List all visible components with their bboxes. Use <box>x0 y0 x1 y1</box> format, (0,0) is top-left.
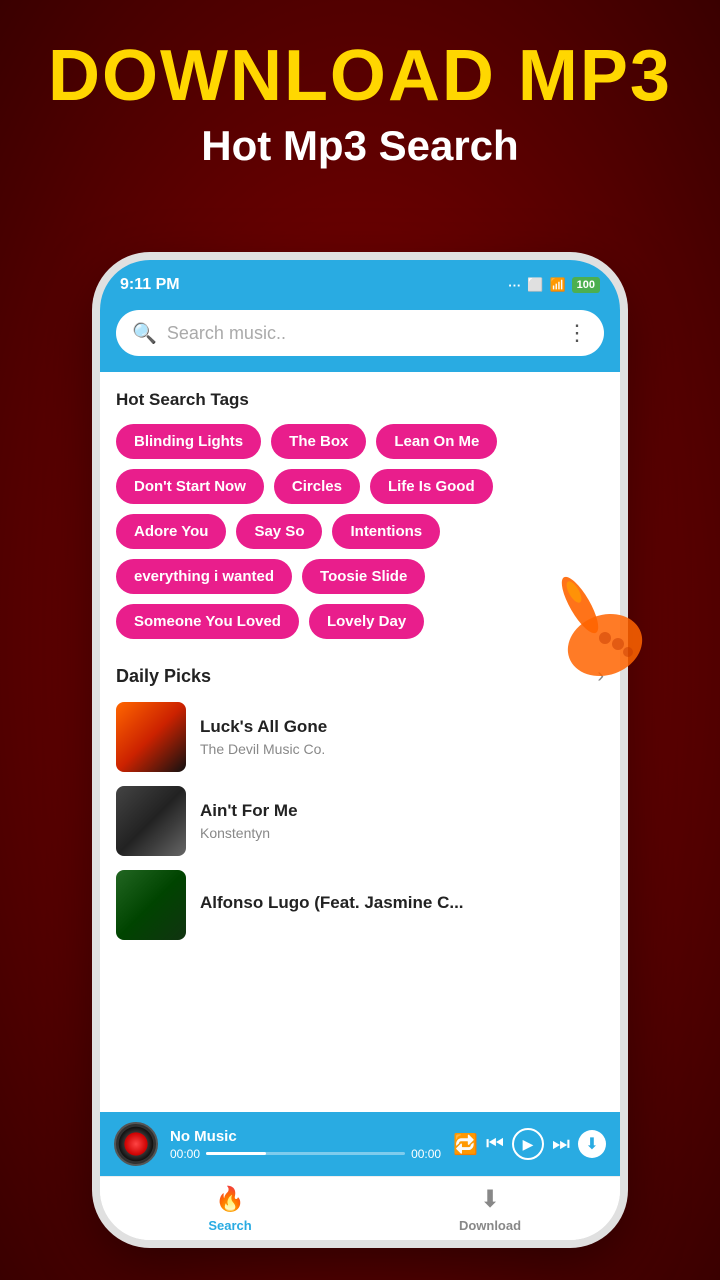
song-info-1: Luck's All Gone The Devil Music Co. <box>200 717 604 757</box>
tag-adore-you[interactable]: Adore You <box>116 514 226 549</box>
song-name-1: Luck's All Gone <box>200 717 604 737</box>
time-end: 00:00 <box>411 1147 441 1161</box>
next-icon[interactable]: ⏭ <box>552 1133 570 1156</box>
prev-icon[interactable]: ⏮ <box>486 1133 504 1156</box>
search-icon: 🔍 <box>132 321 157 346</box>
status-icons: ··· ⬜ 📶 100 <box>508 277 600 293</box>
nav-search[interactable]: 🔥 Search <box>100 1185 360 1233</box>
phone-body: Hot Search Tags Blinding Lights The Box … <box>100 372 620 1240</box>
search-input[interactable]: Search music.. <box>167 323 556 344</box>
song-name-2: Ain't For Me <box>200 801 604 821</box>
song-thumb-2 <box>116 786 186 856</box>
tags-wrapper: Blinding Lights The Box Lean On Me Don't… <box>116 424 604 639</box>
song-item-1[interactable]: Luck's All Gone The Devil Music Co. <box>116 702 604 772</box>
progress-fill <box>206 1152 266 1155</box>
tag-toosie-slide[interactable]: Toosie Slide <box>302 559 425 594</box>
play-button[interactable]: ▶ <box>512 1128 544 1160</box>
song-thumb-1 <box>116 702 186 772</box>
tag-dont-start-now[interactable]: Don't Start Now <box>116 469 264 504</box>
hot-tags-title: Hot Search Tags <box>116 390 604 410</box>
now-playing-title: No Music <box>170 1128 441 1145</box>
search-container: 🔍 Search music.. ⋮ <box>100 310 620 372</box>
song-thumb-3 <box>116 870 186 940</box>
status-bar: 9:11 PM ··· ⬜ 📶 100 <box>100 260 620 310</box>
hot-tags-section: Hot Search Tags Blinding Lights The Box … <box>100 372 620 647</box>
search-nav-icon: 🔥 <box>215 1185 245 1214</box>
search-bar[interactable]: 🔍 Search music.. ⋮ <box>116 310 604 356</box>
bottom-nav: 🔥 Search ⬇ Download <box>100 1176 620 1240</box>
tag-life-is-good[interactable]: Life Is Good <box>370 469 493 504</box>
tag-everything-i-wanted[interactable]: everything i wanted <box>116 559 292 594</box>
nav-download[interactable]: ⬇ Download <box>360 1185 620 1233</box>
screen-icon: ⬜ <box>527 277 543 293</box>
tag-blinding-lights[interactable]: Blinding Lights <box>116 424 261 459</box>
song-info-3: Alfonso Lugo (Feat. Jasmine C... <box>200 893 604 917</box>
daily-picks-arrow[interactable]: › <box>597 665 604 688</box>
subtitle: Hot Mp3 Search <box>20 122 700 170</box>
tag-lean-on-me[interactable]: Lean On Me <box>376 424 497 459</box>
status-time: 9:11 PM <box>120 276 180 294</box>
player-controls: 🔁 ⏮ ▶ ⏭ ⬇ <box>453 1128 606 1160</box>
now-playing-info: No Music 00:00 00:00 <box>170 1128 441 1161</box>
nav-download-label: Download <box>459 1218 521 1233</box>
tag-say-so[interactable]: Say So <box>236 514 322 549</box>
now-playing-bar[interactable]: No Music 00:00 00:00 🔁 ⏮ ▶ ⏭ ⬇ <box>100 1112 620 1176</box>
song-item-2[interactable]: Ain't For Me Konstentyn <box>116 786 604 856</box>
tag-circles[interactable]: Circles <box>274 469 360 504</box>
tag-intentions[interactable]: Intentions <box>332 514 440 549</box>
battery-badge: 100 <box>572 277 600 293</box>
progress-bar[interactable] <box>206 1152 405 1155</box>
vinyl-icon <box>114 1122 158 1166</box>
header-area: DOWNLOAD MP3 Hot Mp3 Search <box>0 0 720 190</box>
nav-search-label: Search <box>208 1218 251 1233</box>
daily-picks-header: Daily Picks › <box>116 665 604 688</box>
tag-lovely-day[interactable]: Lovely Day <box>309 604 424 639</box>
signal-dots: ··· <box>508 278 521 293</box>
download-nav-icon: ⬇ <box>480 1185 500 1214</box>
main-title: DOWNLOAD MP3 <box>20 40 700 112</box>
song-artist-2: Konstentyn <box>200 825 604 841</box>
tag-the-box[interactable]: The Box <box>271 424 366 459</box>
now-time-row: 00:00 00:00 <box>170 1147 441 1161</box>
song-info-2: Ain't For Me Konstentyn <box>200 801 604 841</box>
song-name-3: Alfonso Lugo (Feat. Jasmine C... <box>200 893 604 913</box>
time-start: 00:00 <box>170 1147 200 1161</box>
menu-dots-icon[interactable]: ⋮ <box>566 320 588 346</box>
song-item-3[interactable]: Alfonso Lugo (Feat. Jasmine C... <box>116 870 604 940</box>
daily-picks-title: Daily Picks <box>116 666 211 687</box>
song-artist-1: The Devil Music Co. <box>200 741 604 757</box>
download-icon[interactable]: ⬇ <box>578 1130 606 1158</box>
phone-mockup: 9:11 PM ··· ⬜ 📶 100 🔍 Search music.. ⋮ H… <box>100 260 620 1240</box>
tag-someone-you-loved[interactable]: Someone You Loved <box>116 604 299 639</box>
shuffle-icon[interactable]: 🔁 <box>453 1132 478 1157</box>
wifi-icon: 📶 <box>549 277 565 293</box>
daily-picks-section: Daily Picks › Luck's All Gone The Devil … <box>100 647 620 962</box>
